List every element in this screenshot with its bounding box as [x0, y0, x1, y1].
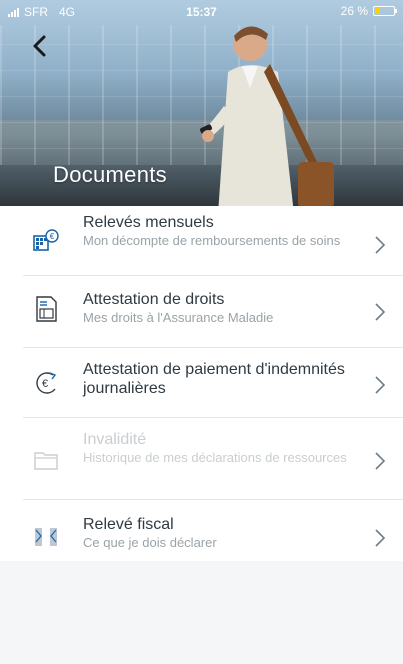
- status-bar: SFR 4G 15:37 26 %: [0, 0, 403, 24]
- header-banner: SFR 4G 15:37 26 % Documents: [0, 0, 403, 206]
- euro-refresh-icon: €: [36, 372, 57, 394]
- empty-area: [0, 561, 403, 664]
- folder-icon: [34, 452, 58, 470]
- list-item-attestation-indemnites[interactable]: € Attestation de paiement d'indemnités j…: [23, 348, 403, 418]
- documents-list: € Relevés mensuels Mon décompte de rembo…: [23, 206, 403, 574]
- list-item-releves-mensuels[interactable]: € Relevés mensuels Mon décompte de rembo…: [23, 206, 403, 276]
- item-label: Relevés mensuels: [83, 214, 214, 231]
- battery-icon: [373, 6, 397, 16]
- list-item-attestation-droits[interactable]: Attestation de droits Mes droits à l'Ass…: [23, 276, 403, 348]
- banner-person-illustration: [199, 26, 334, 206]
- svg-text:€: €: [50, 232, 55, 241]
- chevron-right-icon: [375, 303, 385, 321]
- chevron-right-icon: [375, 236, 385, 254]
- svg-text:€: €: [42, 378, 48, 390]
- item-subtitle: Ce que je dois déclarer: [83, 535, 217, 550]
- chevron-right-icon: [375, 452, 385, 470]
- chevron-right-icon: [375, 529, 385, 547]
- item-label: Relevé fiscal: [83, 516, 174, 533]
- item-subtitle: Mon décompte de remboursements de soins: [83, 233, 341, 248]
- item-label: Attestation de paiement d'indemnités jou…: [83, 361, 345, 397]
- item-subtitle: Historique de mes déclarations de ressou…: [83, 450, 347, 465]
- monthly-statement-icon: €: [33, 229, 59, 251]
- tax-statement-icon: [35, 528, 57, 546]
- list-item-invalidite: Invalidité Historique de mes déclaration…: [23, 418, 403, 500]
- rights-certificate-icon: [36, 296, 57, 322]
- chevron-right-icon: [375, 376, 385, 394]
- item-label: Attestation de droits: [83, 291, 225, 308]
- item-label: Invalidité: [83, 431, 147, 448]
- chevron-left-icon[interactable]: [30, 34, 50, 58]
- page-title: Documents: [53, 162, 167, 187]
- battery-percent: 26 %: [340, 4, 368, 18]
- item-subtitle: Mes droits à l'Assurance Maladie: [83, 310, 274, 325]
